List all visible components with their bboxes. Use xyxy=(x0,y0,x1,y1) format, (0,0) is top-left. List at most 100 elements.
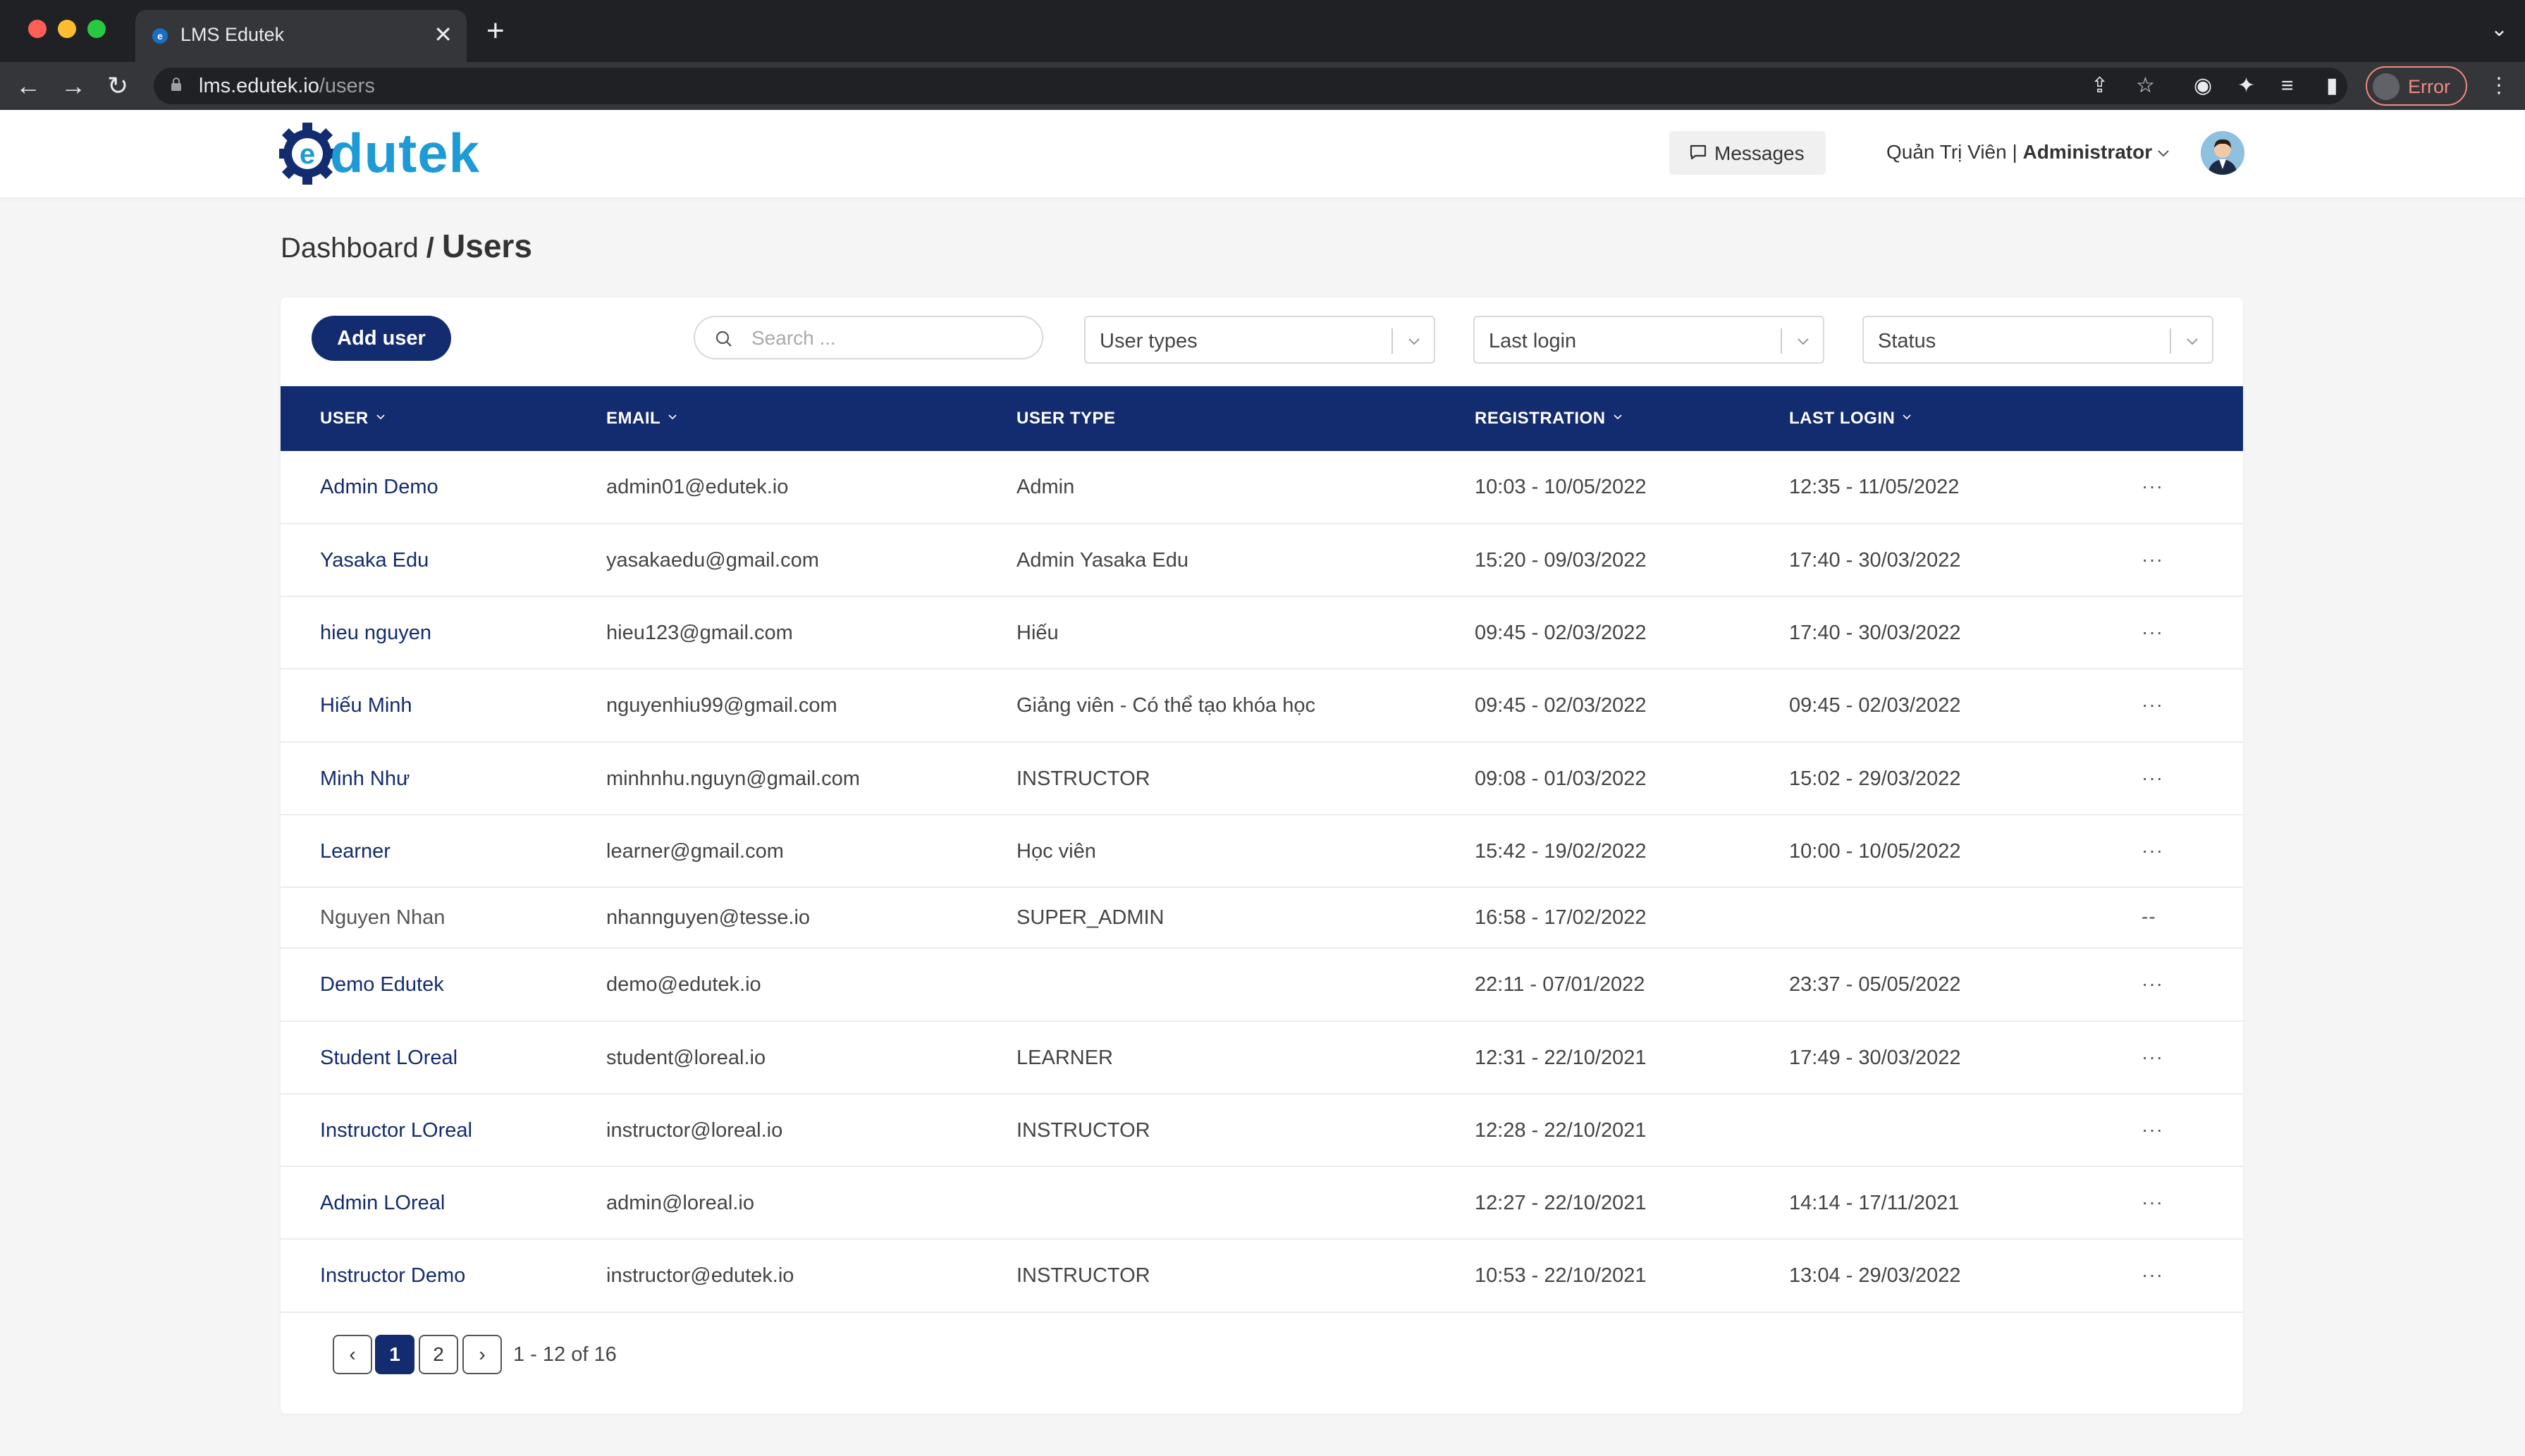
table-row: Instructor Demo instructor@edutek.io INSTR… xyxy=(281,1240,2243,1313)
column-header-user[interactable]: USER xyxy=(320,409,386,428)
registration-cell: 12:28 - 22/10/2021 xyxy=(1475,1118,1647,1142)
registration-cell: 10:03 - 10/05/2022 xyxy=(1475,476,1647,498)
messages-label: Messages xyxy=(1714,142,1805,164)
tab-close-icon[interactable]: ✕ xyxy=(434,21,453,48)
column-header-last-login[interactable]: LAST LOGIN xyxy=(1789,409,1912,428)
reading-list-icon[interactable]: ≡ xyxy=(2281,73,2294,99)
new-tab-button[interactable]: + xyxy=(486,16,505,47)
page-button-2[interactable]: 2 xyxy=(419,1335,458,1374)
browser-tab[interactable]: e LMS Edutek ✕ xyxy=(135,10,467,62)
share-icon[interactable]: ⇪ xyxy=(2091,73,2108,99)
registration-cell: 12:27 - 22/10/2021 xyxy=(1475,1191,1647,1214)
messages-button[interactable]: Messages xyxy=(1669,131,1826,175)
user-name-cell[interactable]: Minh Như xyxy=(320,767,410,791)
table-row: Student LOreal student@loreal.io LEARNER 12… xyxy=(281,1022,2243,1094)
window-close-button[interactable] xyxy=(28,20,47,38)
user-name-cell[interactable]: Student LOreal xyxy=(320,1047,457,1070)
logo-text: dutek xyxy=(330,122,481,184)
add-user-button[interactable]: Add user xyxy=(312,316,451,361)
user-type-cell: Học viên xyxy=(1016,839,1096,863)
gear-logo-icon: e xyxy=(279,123,336,185)
last-login-cell: 17:49 - 30/03/2022 xyxy=(1789,1046,1961,1069)
page-button-1[interactable]: 1 xyxy=(375,1335,414,1374)
user-type-cell: INSTRUCTOR xyxy=(1016,1264,1150,1287)
status-value: Status xyxy=(1878,330,1936,352)
registration-cell: 22:11 - 07/01/2022 xyxy=(1475,973,1645,996)
browser-toolbar: ← → ↻ lms.edutek.io/users ⇪ ☆ ◉ ✦ ≡ ▮ Er… xyxy=(0,62,2525,110)
last-login-cell: 17:40 - 30/03/2022 xyxy=(1789,548,1961,572)
prev-page-button[interactable]: ‹ xyxy=(333,1335,372,1374)
more-actions-icon[interactable]: ··· xyxy=(2142,973,2163,995)
table-row: Yasaka Edu yasakaedu@gmail.com Admin Yasak… xyxy=(281,524,2243,597)
more-actions-icon[interactable]: ··· xyxy=(2142,693,2163,716)
table-row: hieu nguyen hieu123@gmail.com Hiếu 09:45 - … xyxy=(281,597,2243,670)
back-icon[interactable]: ← xyxy=(16,70,41,101)
bookmark-star-icon[interactable]: ☆ xyxy=(2136,73,2155,99)
table-row: Demo Edutek demo@edutek.io 22:11 - 07/01/2… xyxy=(281,949,2243,1022)
tab-search-icon[interactable]: ⌄ xyxy=(2490,17,2508,42)
favicon-icon: e xyxy=(152,28,168,44)
user-avatar[interactable] xyxy=(2201,131,2244,175)
email-cell: demo@edutek.io xyxy=(606,973,761,996)
status-select[interactable]: Status xyxy=(1862,316,2213,364)
camera-icon[interactable]: ◉ xyxy=(2194,73,2212,99)
more-actions-icon[interactable]: ··· xyxy=(2142,767,2163,789)
user-type-cell: INSTRUCTOR xyxy=(1016,767,1150,790)
window-minimize-button[interactable] xyxy=(58,20,76,38)
forward-icon[interactable]: → xyxy=(61,70,86,101)
user-types-select[interactable]: User types xyxy=(1084,316,1435,364)
more-actions-icon[interactable]: ··· xyxy=(2142,475,2163,498)
more-actions-icon[interactable]: ··· xyxy=(2142,548,2163,571)
user-name-cell[interactable]: Instructor LOreal xyxy=(320,1119,472,1142)
profile-error-button[interactable]: Error xyxy=(2366,66,2467,106)
user-name-cell[interactable]: Instructor Demo xyxy=(320,1264,465,1288)
user-name-cell[interactable]: Demo Edutek xyxy=(320,973,444,997)
email-cell: nhannguyen@tesse.io xyxy=(606,906,811,929)
email-cell: hieu123@gmail.com xyxy=(606,621,793,644)
column-header-user-type: USER TYPE xyxy=(1016,409,1116,428)
search-box[interactable] xyxy=(694,316,1043,359)
side-panel-icon[interactable]: ▮ xyxy=(2326,73,2338,99)
last-login-value: Last login xyxy=(1489,330,1577,352)
column-header-registration[interactable]: REGISTRATION xyxy=(1475,409,1623,428)
table-row: Admin Demo admin01@edutek.io Admin 10:03 - … xyxy=(281,451,2243,524)
user-name-cell[interactable]: Learner xyxy=(320,840,391,863)
user-name-cell[interactable]: Nguyen Nhan xyxy=(320,906,445,930)
registration-cell: 15:20 - 09/03/2022 xyxy=(1475,548,1647,572)
browser-menu-icon[interactable]: ⋮ xyxy=(2488,73,2509,99)
breadcrumb-dashboard[interactable]: Dashboard xyxy=(281,233,419,264)
email-cell: learner@gmail.com xyxy=(606,839,784,863)
table-row: Hiếu Minh nguyenhiu99@gmail.com Giảng viên… xyxy=(281,670,2243,743)
email-cell: yasakaedu@gmail.com xyxy=(606,548,819,572)
extensions-icon[interactable]: ✦ xyxy=(2237,73,2255,99)
registration-cell: 09:45 - 02/03/2022 xyxy=(1475,621,1647,644)
chevron-down-icon[interactable] xyxy=(2156,145,2171,161)
more-actions-icon[interactable]: ··· xyxy=(2142,1046,2163,1068)
user-name-cell[interactable]: Admin LOreal xyxy=(320,1192,445,1215)
address-bar[interactable]: lms.edutek.io/users xyxy=(154,68,2347,104)
more-actions-icon[interactable]: ··· xyxy=(2142,1118,2163,1141)
last-login-cell: 09:45 - 02/03/2022 xyxy=(1789,694,1961,717)
email-cell: admin@loreal.io xyxy=(606,1191,754,1214)
search-input[interactable] xyxy=(751,324,1026,352)
last-login-select[interactable]: Last login xyxy=(1473,316,1824,364)
user-types-value: User types xyxy=(1100,330,1198,352)
more-actions-icon[interactable]: ··· xyxy=(2142,1191,2163,1214)
reload-icon[interactable]: ↻ xyxy=(107,70,128,101)
email-cell: instructor@loreal.io xyxy=(606,1118,783,1142)
window-maximize-button[interactable] xyxy=(87,20,106,38)
user-name-cell[interactable]: Admin Demo xyxy=(320,476,438,499)
app-header: e dutek Messages Quản Trị Viên | Adminis… xyxy=(0,110,2525,197)
user-menu[interactable]: Quản Trị Viên | Administrator xyxy=(1886,141,2152,164)
next-page-button[interactable]: › xyxy=(462,1335,502,1374)
select-divider xyxy=(1391,328,1393,354)
email-cell: instructor@edutek.io xyxy=(606,1264,794,1287)
user-name-cell[interactable]: hieu nguyen xyxy=(320,622,431,645)
column-header-email[interactable]: EMAIL xyxy=(606,409,677,428)
user-name-cell[interactable]: Yasaka Edu xyxy=(320,549,429,572)
more-actions-icon[interactable]: ··· xyxy=(2142,1264,2163,1286)
user-name-cell[interactable]: Hiếu Minh xyxy=(320,694,412,717)
more-actions-icon[interactable]: ··· xyxy=(2142,621,2163,643)
tab-title: LMS Edutek xyxy=(180,24,285,45)
more-actions-icon[interactable]: ··· xyxy=(2142,839,2163,862)
